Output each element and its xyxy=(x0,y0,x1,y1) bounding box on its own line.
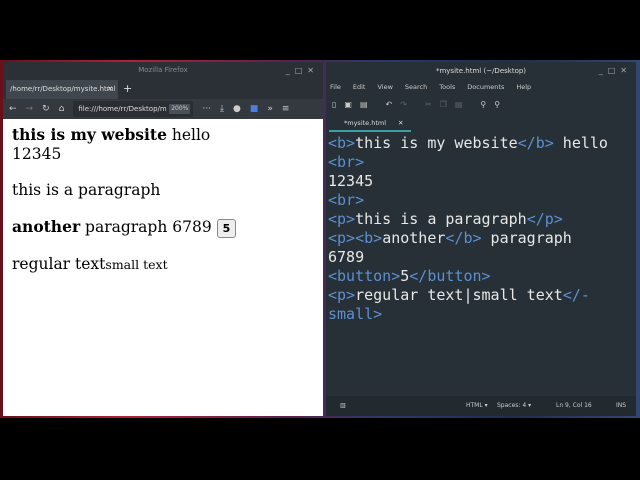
firefox-titlebar: Mozilla Firefox _□✕ xyxy=(3,62,323,79)
redo-icon[interactable]: ↷ xyxy=(400,100,407,109)
status-bar: ▥ HTML ▾ Spaces: 4 ▾ Ln 9, Col 16 INS xyxy=(326,396,636,416)
close-tab-icon[interactable]: ✕ xyxy=(107,80,113,99)
menu-search[interactable]: Search xyxy=(405,83,427,91)
forward-icon[interactable]: → xyxy=(26,104,34,114)
window-title: Mozilla Firefox xyxy=(138,66,188,74)
menu-bar: File Edit View Search Tools Documents Help xyxy=(326,80,636,94)
reload-icon[interactable]: ↻ xyxy=(42,104,50,114)
code-text: 6789 xyxy=(328,248,365,266)
code-area[interactable]: <b>this is my website</b> hello <br> 12345… xyxy=(326,132,636,326)
code-tag: <br> xyxy=(328,153,365,171)
url-text: file:///home/rr/Desktop/m xyxy=(78,105,167,113)
code-text: regular text|small text xyxy=(355,286,563,304)
tab-title: /home/rr/Desktop/mysite.html xyxy=(10,85,116,93)
undo-icon[interactable]: ↶ xyxy=(386,100,393,109)
code-text: this is my website xyxy=(355,134,518,152)
code-line: <p>this is a paragraph</p> xyxy=(328,210,634,229)
window-title: *mysite.html (~/Desktop) xyxy=(435,67,527,75)
code-tag: <p><b> xyxy=(328,229,383,247)
small-text: small text xyxy=(105,257,168,272)
window-controls[interactable]: _□✕ xyxy=(286,62,319,79)
home-icon[interactable]: ⌂ xyxy=(59,104,65,114)
more-icon[interactable]: ··· xyxy=(202,104,211,114)
code-line: <p>regular text|small text</- xyxy=(328,286,634,305)
extension-icon[interactable]: ● xyxy=(233,104,241,114)
tab-title: *mysite.html xyxy=(344,119,387,127)
code-tag: </- xyxy=(562,286,590,304)
browser-tab[interactable]: /home/rr/Desktop/mysite.html ✕ xyxy=(6,80,118,99)
text: paragraph 6789 xyxy=(80,218,217,236)
page-button[interactable]: 5 xyxy=(216,219,237,238)
code-line: 12345 xyxy=(328,172,634,191)
code-tag: <b> xyxy=(328,134,356,152)
bold-text: this is my website xyxy=(12,125,167,144)
menu-view[interactable]: View xyxy=(377,83,392,91)
code-text: another xyxy=(382,229,446,247)
cursor-position: Ln 9, Col 16 xyxy=(556,402,592,409)
code-line: small> xyxy=(328,305,634,324)
code-tag: </button> xyxy=(409,267,491,285)
spaces-select[interactable]: Spaces: 4 ▾ xyxy=(497,396,531,416)
code-line: 6789 xyxy=(328,248,634,267)
toolbar: ▯ ▣ ▤ ↶ ↷ ✂ ❐ ▤ ⚲ ⚲ xyxy=(326,94,636,114)
save-icon[interactable]: ▤ xyxy=(360,100,368,109)
paste-icon[interactable]: ▤ xyxy=(455,100,463,109)
code-tag: <p> xyxy=(328,210,356,228)
paragraph: this is a paragraph xyxy=(12,181,161,199)
sidebar-toggle-icon[interactable]: ▥ xyxy=(340,396,346,416)
editor-window: *mysite.html (~/Desktop) _□✕ File Edit View… xyxy=(326,62,636,416)
firefox-window: Mozilla Firefox _□✕ /home/rr/Desktop/mysi… xyxy=(3,62,323,416)
cut-icon[interactable]: ✂ xyxy=(425,100,432,109)
copy-icon[interactable]: ❐ xyxy=(440,100,447,109)
code-tag: </b> xyxy=(517,134,554,152)
code-tag: small> xyxy=(328,305,383,323)
menu-icon[interactable]: ≡ xyxy=(282,104,290,114)
text: 12345 xyxy=(12,145,62,163)
download-icon[interactable]: ⤓ xyxy=(220,104,224,114)
window-controls[interactable]: _□✕ xyxy=(599,62,632,80)
overflow-icon[interactable]: » xyxy=(267,104,273,114)
text: regular text xyxy=(12,255,106,273)
code-text: this is a paragraph xyxy=(355,210,527,228)
code-tag: <p> xyxy=(328,286,356,304)
code-text: paragraph xyxy=(481,229,572,247)
menu-documents[interactable]: Documents xyxy=(467,83,504,91)
menu-tools[interactable]: Tools xyxy=(439,83,455,91)
code-text: 5 xyxy=(400,267,410,285)
code-text: 12345 xyxy=(328,172,374,190)
code-text: hello xyxy=(553,134,608,152)
language-select[interactable]: HTML ▾ xyxy=(466,396,488,416)
code-tag: <br> xyxy=(328,191,365,209)
text: hello xyxy=(166,126,211,144)
url-bar[interactable]: file:///home/rr/Desktop/m 200% xyxy=(73,101,194,117)
editor-tab[interactable]: *mysite.html ✕ xyxy=(326,114,636,132)
search-icon[interactable]: ⚲ xyxy=(480,100,486,109)
back-icon[interactable]: ← xyxy=(9,104,17,114)
page-content: this is my website hello 12345 this is a … xyxy=(3,119,323,297)
code-tag: </p> xyxy=(526,210,563,228)
new-icon[interactable]: ▯ xyxy=(332,100,336,109)
code-tag: <button> xyxy=(328,267,401,285)
code-line: <p><b>another</b> paragraph xyxy=(328,229,634,248)
bold-text: another xyxy=(12,217,81,236)
shield-icon[interactable]: ■ xyxy=(250,104,259,114)
zoom-level[interactable]: 200% xyxy=(169,104,191,114)
menu-edit[interactable]: Edit xyxy=(353,83,366,91)
code-tag: </b> xyxy=(445,229,482,247)
editor-titlebar: *mysite.html (~/Desktop) _□✕ xyxy=(326,62,636,80)
menu-file[interactable]: File xyxy=(330,83,341,91)
menu-help[interactable]: Help xyxy=(516,83,531,91)
replace-icon[interactable]: ⚲ xyxy=(494,100,500,109)
code-line: <br> xyxy=(328,153,634,172)
open-icon[interactable]: ▣ xyxy=(344,100,352,109)
new-tab-button[interactable]: + xyxy=(123,79,132,99)
insert-mode: INS xyxy=(616,402,627,409)
code-line: <br> xyxy=(328,191,634,210)
code-line: <b>this is my website</b> hello xyxy=(328,134,634,153)
code-line: <button>5</button> xyxy=(328,267,634,286)
